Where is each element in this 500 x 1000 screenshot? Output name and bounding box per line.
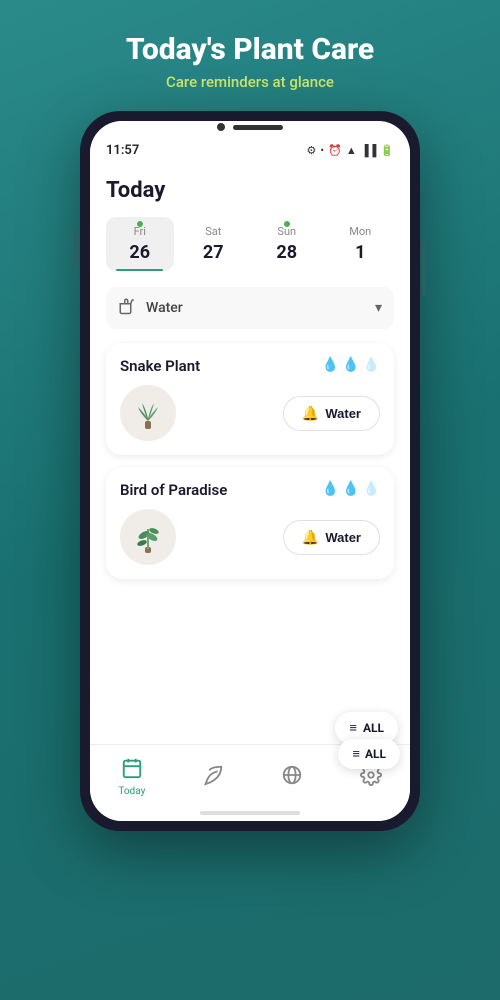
battery-icon: 🔋 [380, 144, 394, 157]
drop-2-3: 💧 [363, 481, 380, 497]
plant-card-bird-of-paradise: Bird of Paradise 💧 💧 💧 [106, 467, 394, 579]
plant-name-2: Bird of Paradise [120, 481, 227, 499]
watering-can-icon [118, 297, 136, 319]
calendar-icon [121, 757, 143, 784]
water-btn-label-1: Water [325, 406, 361, 421]
page-title: Today's Plant Care [126, 32, 374, 67]
phone-screen: 11:57 ⚙ • ⏰ ▲ ▐▐ 🔋 Today Fri [90, 121, 410, 821]
page-subtitle: Care reminders at glance [126, 73, 374, 91]
page-header: Today's Plant Care Care reminders at gla… [106, 0, 394, 111]
phone-bottom [90, 807, 410, 821]
day-num-sat: 27 [203, 242, 224, 263]
water-drops-2: 💧 💧 💧 [322, 481, 380, 497]
calendar-row: Fri 26 Sat 27 Sun 28 Mon [106, 217, 394, 271]
day-name-mon: Mon [349, 225, 371, 238]
drop-2-1: 💧 [322, 481, 339, 497]
drop-2-2: 💧 [342, 481, 359, 497]
signal-icon: ▐▐ [361, 144, 377, 157]
plant-card-snake-plant: Snake Plant 💧 💧 💧 [106, 343, 394, 455]
drop-1-3: 💧 [363, 357, 380, 373]
calendar-day-sat[interactable]: Sat 27 [180, 217, 248, 271]
chevron-down-icon: ▾ [375, 300, 382, 316]
water-button-1[interactable]: 🔔 Water [283, 396, 380, 431]
all-button[interactable]: ≡ ALL [338, 739, 400, 769]
globe-icon [281, 764, 303, 791]
water-drops-1: 💧 💧 💧 [322, 357, 380, 373]
plant-avatar-2 [120, 509, 176, 565]
filter-left: Water [118, 297, 183, 319]
all-label: ALL [363, 721, 384, 735]
settings-icon: ⚙ [307, 144, 317, 157]
alarm-icon: ⏰ [328, 144, 342, 157]
plant-card-body-1: 🔔 Water [120, 385, 380, 441]
section-title: Today [106, 178, 394, 203]
filter-bar[interactable]: Water ▾ [106, 287, 394, 329]
day-name-sat: Sat [205, 225, 221, 238]
list-icon: ≡ [349, 720, 357, 736]
day-num-fri: 26 [129, 242, 150, 263]
nav-globe[interactable] [269, 760, 315, 795]
calendar-day-sun[interactable]: Sun 28 [253, 217, 321, 271]
speaker-bar [233, 125, 283, 130]
day-underline-fri [116, 269, 163, 271]
day-dot-sun [284, 221, 290, 227]
plant-card-body-2: 🔔 Water [120, 509, 380, 565]
plant-name-1: Snake Plant [120, 357, 200, 375]
notch-area [90, 121, 410, 135]
wifi-icon: ▲ [346, 144, 357, 157]
filter-label: Water [146, 300, 183, 316]
plant-card-header-1: Snake Plant 💧 💧 💧 [120, 357, 380, 375]
plant-avatar-1 [120, 385, 176, 441]
plant-card-header-2: Bird of Paradise 💧 💧 💧 [120, 481, 380, 499]
camera-dot [217, 123, 225, 131]
bell-icon-1: 🔔 [302, 405, 319, 422]
nav-today-label: Today [118, 786, 145, 797]
bell-icon-2: 🔔 [302, 529, 319, 546]
home-indicator [200, 811, 300, 815]
nav-plants[interactable] [190, 760, 236, 795]
day-num-mon: 1 [355, 242, 365, 263]
dot-icon: • [320, 144, 324, 157]
list-lines-icon: ≡ [352, 746, 360, 762]
calendar-day-fri[interactable]: Fri 26 [106, 217, 174, 271]
drop-1-1: 💧 [322, 357, 339, 373]
leaf-icon [202, 764, 224, 791]
day-num-sun: 28 [276, 242, 297, 263]
drop-1-2: 💧 [342, 357, 359, 373]
status-icons: ⚙ • ⏰ ▲ ▐▐ 🔋 [307, 144, 394, 157]
phone-frame: 11:57 ⚙ • ⏰ ▲ ▐▐ 🔋 Today Fri [80, 111, 420, 831]
day-dot-fri [137, 221, 143, 227]
water-btn-label-2: Water [325, 530, 361, 545]
page-wrapper: Today's Plant Care Care reminders at gla… [0, 0, 500, 1000]
status-bar: 11:57 ⚙ • ⏰ ▲ ▐▐ 🔋 [90, 135, 410, 162]
app-content: Today Fri 26 Sat 27 Sun [90, 162, 410, 744]
calendar-day-mon[interactable]: Mon 1 [327, 217, 395, 271]
all-button-label: ALL [365, 747, 386, 761]
water-button-2[interactable]: 🔔 Water [283, 520, 380, 555]
status-time: 11:57 [106, 143, 139, 158]
nav-today[interactable]: Today [106, 753, 157, 801]
